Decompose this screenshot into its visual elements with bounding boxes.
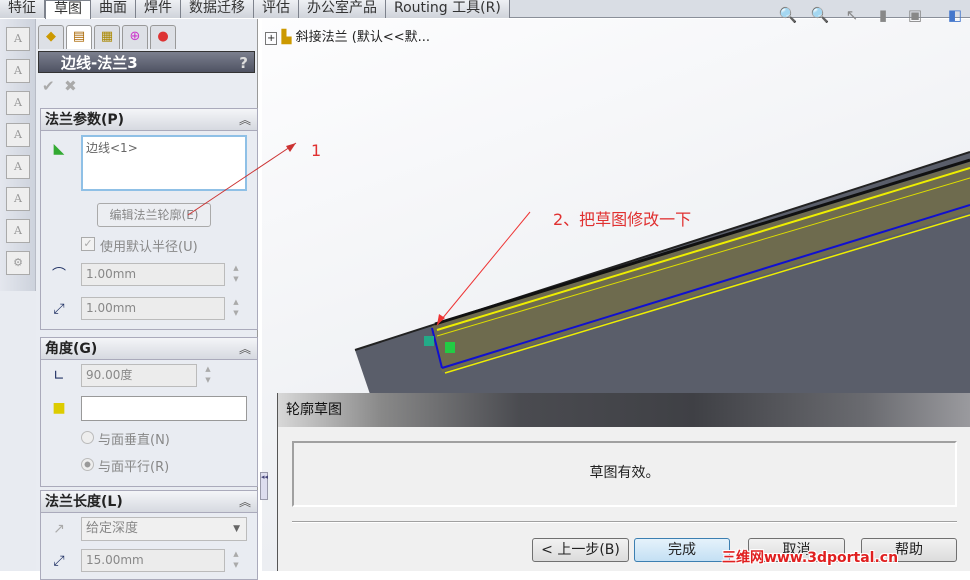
profile-sketch-dialog: 轮廓草图 草图有效。 < 上一步(B) 完成 取消 帮助 — [277, 393, 970, 571]
expand-icon[interactable]: + — [265, 32, 278, 45]
annotation-1: 1 — [311, 141, 322, 160]
dialog-message: 草图有效。 — [292, 441, 957, 507]
finish-button[interactable]: 完成 — [634, 538, 730, 562]
section-view-icon[interactable]: ▮ — [873, 6, 893, 26]
divider — [292, 521, 957, 523]
watermark: 三维网www.3dportal.cn — [722, 550, 899, 566]
zoom-to-fit-icon[interactable]: 🔍 — [778, 6, 798, 26]
coincident-relation-icon — [424, 336, 434, 346]
zoom-to-area-icon[interactable]: 🔍 — [810, 6, 830, 26]
dialog-title: 轮廓草图 — [278, 393, 970, 427]
vertical-relation-icon — [445, 342, 455, 353]
feature-tree-item[interactable]: + ▙ 斜接法兰 (默认<<默... — [265, 26, 430, 45]
annotation-2: 2、把草图修改一下 — [553, 210, 692, 229]
back-button[interactable]: < 上一步(B) — [532, 538, 629, 562]
display-style-icon[interactable]: ◧ — [945, 6, 965, 26]
panel-collapse-handle[interactable]: ◂◂ — [260, 472, 268, 500]
previous-view-icon[interactable]: ↖ — [842, 6, 862, 26]
view-orientation-icon[interactable]: ▣ — [905, 6, 925, 26]
part-icon: ▙ — [281, 30, 292, 45]
